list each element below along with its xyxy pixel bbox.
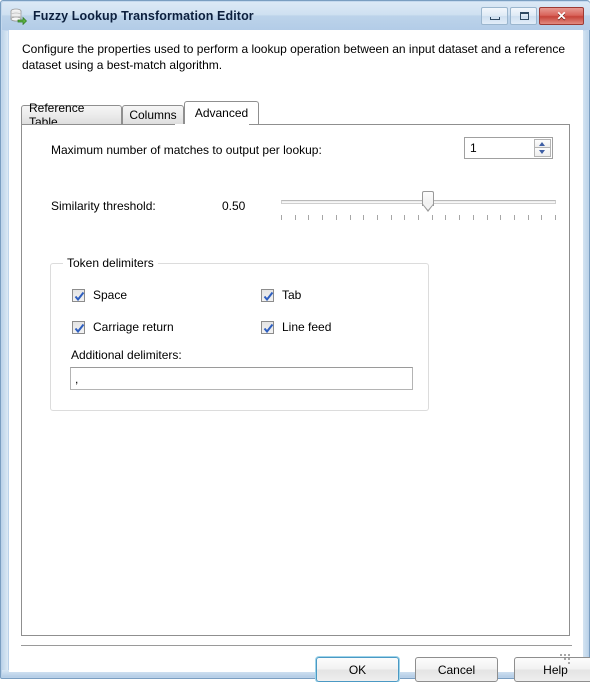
slider-tick <box>377 215 378 220</box>
resize-grip[interactable] <box>560 650 572 664</box>
resize-grip-dot <box>564 654 566 656</box>
checkbox-line-feed-label: Line feed <box>282 320 332 334</box>
resize-grip-dot <box>564 658 566 660</box>
window-frame-left <box>2 31 8 671</box>
tab-advanced-label: Advanced <box>194 106 249 120</box>
checkbox-carriage-return[interactable] <box>72 320 85 334</box>
resize-grip-dot <box>560 654 562 656</box>
help-button[interactable]: Help <box>514 657 590 682</box>
tab-columns-label: Columns <box>129 108 177 122</box>
similarity-threshold-label: Similarity threshold: <box>51 199 156 213</box>
tab-columns[interactable]: Columns <box>122 105 184 124</box>
similarity-threshold-slider[interactable] <box>279 187 558 223</box>
ok-button-label: OK <box>348 662 367 677</box>
slider-tick <box>500 215 501 220</box>
additional-delimiters-label: Additional delimiters: <box>71 348 182 362</box>
resize-grip-dot <box>568 662 570 664</box>
checkbox-row-line-feed[interactable]: Line feed <box>261 320 331 334</box>
slider-tick <box>308 215 309 220</box>
token-delimiters-group: Token delimiters Space Tab Carriage retu… <box>50 256 429 411</box>
check-icon <box>263 291 274 301</box>
slider-tick <box>514 215 515 220</box>
slider-track[interactable] <box>281 200 556 204</box>
help-button-label: Help <box>543 662 568 677</box>
footer-separator <box>21 645 572 646</box>
minimize-icon <box>490 17 500 20</box>
checkbox-row-space[interactable]: Space <box>72 288 127 302</box>
checkbox-tab[interactable] <box>261 288 274 302</box>
minimize-button[interactable] <box>481 7 508 25</box>
cancel-button-label: Cancel <box>437 662 476 677</box>
check-icon <box>74 291 85 301</box>
dialog-client-area: Configure the properties used to perform… <box>9 30 590 682</box>
cancel-button[interactable]: Cancel <box>415 657 498 682</box>
tab-strip: Reference Table Columns Advanced <box>21 101 573 129</box>
slider-tick <box>487 215 488 220</box>
resize-grip-dot <box>568 654 570 656</box>
slider-tick <box>391 215 392 220</box>
max-matches-increment-button[interactable] <box>534 139 551 148</box>
checkbox-carriage-return-label: Carriage return <box>93 320 174 334</box>
slider-tick <box>445 215 446 220</box>
token-delimiters-title: Token delimiters <box>63 256 158 270</box>
window-title: Fuzzy Lookup Transformation Editor <box>33 9 254 23</box>
slider-tick <box>350 215 351 220</box>
dialog-description: Configure the properties used to perform… <box>22 42 566 72</box>
tab-panel-advanced: Maximum number of matches to output per … <box>21 124 570 636</box>
close-button[interactable]: ✕ <box>539 7 584 25</box>
slider-tick <box>432 215 433 220</box>
slider-tick <box>555 215 556 220</box>
checkbox-space[interactable] <box>72 288 85 302</box>
max-matches-input[interactable] <box>465 138 534 158</box>
slider-tick <box>404 215 405 220</box>
slider-tick <box>418 215 419 220</box>
footer-button-bar: OK Cancel Help <box>316 657 590 682</box>
tab-reference-table[interactable]: Reference Table <box>21 101 122 129</box>
tab-panel-seam <box>175 124 249 125</box>
chevron-up-icon <box>539 141 545 146</box>
checkbox-row-tab[interactable]: Tab <box>261 288 301 302</box>
maximize-icon <box>520 12 529 20</box>
max-matches-spin-buttons <box>534 139 551 157</box>
fuzzy-lookup-transformation-icon <box>9 7 27 26</box>
checkbox-tab-label: Tab <box>282 288 302 302</box>
resize-grip-dot <box>568 658 570 660</box>
check-icon <box>263 323 274 333</box>
maximize-button[interactable] <box>510 7 537 25</box>
check-icon <box>74 323 85 333</box>
slider-thumb-point-inner <box>423 204 433 210</box>
window-controls: ✕ <box>481 7 584 25</box>
slider-tick <box>336 215 337 220</box>
max-matches-label: Maximum number of matches to output per … <box>51 143 322 157</box>
chevron-down-icon <box>539 150 545 154</box>
slider-tick-marks <box>281 215 556 221</box>
title-bar[interactable]: Fuzzy Lookup Transformation Editor ✕ <box>2 2 590 30</box>
dialog-window: Fuzzy Lookup Transformation Editor ✕ Con… <box>0 0 590 682</box>
slider-thumb[interactable] <box>422 191 434 213</box>
checkbox-space-label: Space <box>93 288 128 302</box>
additional-delimiters-field[interactable] <box>70 367 413 390</box>
similarity-threshold-value: 0.50 <box>222 199 246 213</box>
slider-tick <box>281 215 282 220</box>
slider-tick <box>459 215 460 220</box>
ok-button[interactable]: OK <box>316 657 399 682</box>
slider-tick <box>295 215 296 220</box>
max-matches-decrement-button[interactable] <box>534 148 551 157</box>
slider-tick <box>541 215 542 220</box>
max-matches-stepper[interactable] <box>464 137 553 159</box>
slider-tick <box>528 215 529 220</box>
slider-tick <box>473 215 474 220</box>
tab-advanced[interactable]: Advanced <box>184 101 259 124</box>
slider-tick <box>363 215 364 220</box>
close-icon: ✕ <box>556 9 567 23</box>
additional-delimiters-input[interactable] <box>71 368 412 389</box>
checkbox-row-carriage-return[interactable]: Carriage return <box>72 320 174 334</box>
slider-tick <box>322 215 323 220</box>
checkbox-line-feed[interactable] <box>261 320 274 334</box>
